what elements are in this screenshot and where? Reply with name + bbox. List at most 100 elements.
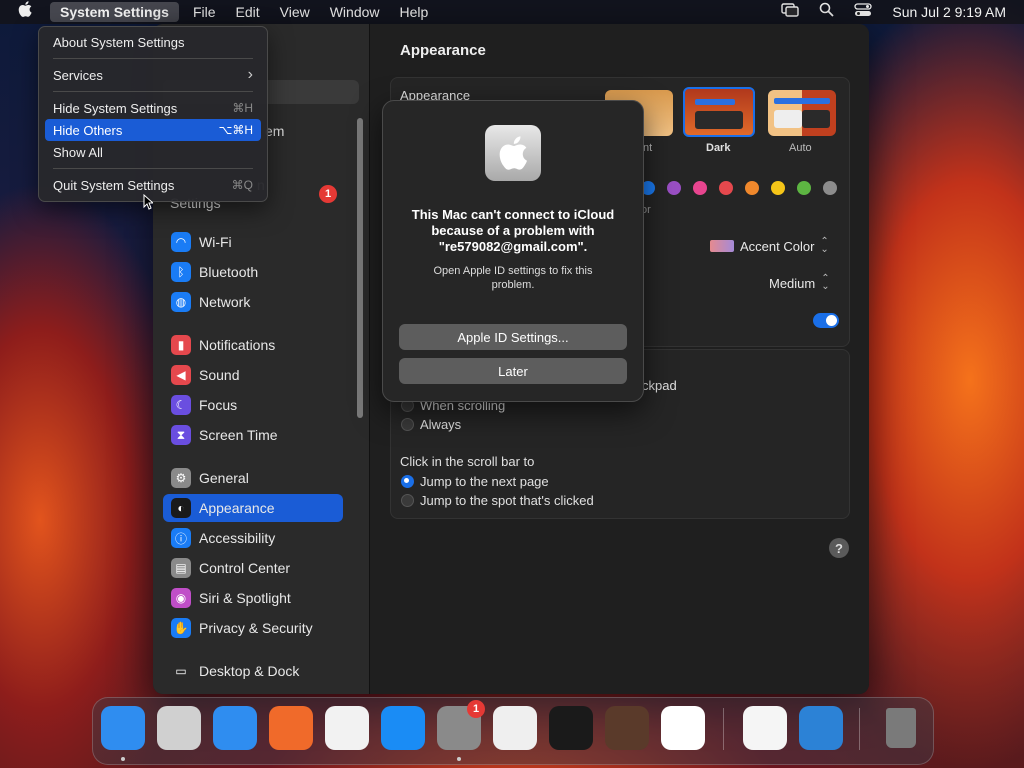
sidebar-item-wi-fi[interactable]: ◠ Wi-Fi [163,228,343,256]
dock-separator [859,708,860,750]
apple-menu[interactable] [0,0,46,24]
menubar-clock[interactable]: Sun Jul 2 9:19 AM [882,0,1024,24]
accent-color-swatch[interactable] [667,181,681,195]
sidebar-item-label: Control Center [199,560,291,576]
menu-separator [53,168,253,169]
sidebar-item-privacy-security[interactable]: ✋ Privacy & Security [163,614,343,642]
sidebar-item-general[interactable]: ⚙ General [163,464,343,492]
terminal-icon[interactable] [549,706,593,750]
accent-color-swatch[interactable] [693,181,707,195]
menu-about[interactable]: About System Settings [45,31,261,53]
sidebar-item-label: Bluetooth [199,264,259,280]
sidebar-icon-size-popup[interactable]: Medium ⌃ ⌄ [769,273,830,292]
menu-bar: System Settings File Edit View Window He… [0,0,1024,24]
sidebar-scrollbar[interactable] [357,118,363,418]
sidebar-item-label: Desktop & Dock [199,663,300,679]
sidebar-item-control-center[interactable]: ▤ Control Center [163,554,343,582]
menu-show-all[interactable]: Show All [45,141,261,163]
theme-dark-thumbnail[interactable] [683,87,755,137]
menu-help[interactable]: Help [390,0,439,24]
app-menu-system-settings[interactable]: System Settings [50,2,179,22]
chevron-updown-icon: ⌃ ⌄ [821,273,830,292]
screen-mirroring-icon[interactable] [771,0,809,24]
weather-icon[interactable] [799,706,843,750]
menu-file[interactable]: File [183,0,226,24]
garageband-icon[interactable] [605,706,649,750]
alert-title: This Mac can't connect to iCloud because… [411,207,615,254]
sidebar-item-desktop-dock[interactable]: ▭ Desktop & Dock [163,657,343,685]
textedit-icon[interactable] [493,706,537,750]
notifications-icon: ▮ [171,335,191,355]
theme-auto-thumbnail[interactable] [768,90,836,136]
radio-jump-spot[interactable] [401,494,414,507]
icloud-alert-dialog: This Mac can't connect to iCloud because… [382,100,644,402]
chrome-icon[interactable] [325,706,369,750]
mouse-cursor-icon [143,194,153,210]
sidebar-item-notifications[interactable]: ▮ Notifications [163,331,343,359]
sidebar-item-accessibility[interactable]: ⓘ Accessibility [163,524,343,552]
sidebar-item-appearance[interactable]: ◐ Appearance [163,494,343,522]
general-icon: ⚙ [171,468,191,488]
firefox-icon[interactable] [269,706,313,750]
visual-studio-icon[interactable] [743,706,787,750]
theme-light-label: nt [643,142,653,154]
highlight-color-popup[interactable]: Accent Color ⌃ ⌄ [710,236,829,255]
menu-services[interactable]: Services › [45,64,261,86]
radio-always[interactable] [401,418,414,431]
focus-icon: ☾ [171,395,191,415]
accent-color-swatch[interactable] [771,181,785,195]
wallpaper-tinting-toggle[interactable] [813,313,839,328]
safari-icon[interactable] [213,706,257,750]
sidebar-item-siri-spotlight[interactable]: ◉ Siri & Spotlight [163,584,343,612]
network-icon: ◍ [171,292,191,312]
accent-color-swatch[interactable] [745,181,759,195]
sidebar-item-label: Appearance [199,500,275,516]
radio-jump-next-page[interactable] [401,475,414,488]
apple-icon [18,1,32,17]
control-center-icon[interactable] [844,0,882,24]
notification-badge: 1 [319,185,337,203]
theme-dark-label: Dark [706,142,731,154]
alert-message: Open Apple ID settings to fix this probl… [433,265,593,291]
sidebar-item-sound[interactable]: ◀ Sound [163,361,343,389]
menu-quit[interactable]: Quit System Settings ⌘Q [45,174,261,196]
sound-icon: ◀ [171,365,191,385]
sidebar-item-network[interactable]: ◍ Network [163,288,343,316]
desktop-dock-icon: ▭ [171,661,191,681]
theme-auto-label: Auto [789,142,812,154]
dock-separator [723,708,724,750]
highlight-swatch [710,240,734,252]
launchpad-icon[interactable] [157,706,201,750]
accent-color-swatch[interactable] [797,181,811,195]
jump-next-label: Jump to the next page [420,474,549,489]
accessibility-icon: ⓘ [171,528,191,548]
bluetooth-icon: ᛒ [171,262,191,282]
sidebar-item-bluetooth[interactable]: ᛒ Bluetooth [163,258,343,286]
accent-color-swatch[interactable] [823,181,837,195]
vscode-icon[interactable] [661,706,705,750]
search-icon[interactable] [809,0,844,24]
screen-time-icon: ⧗ [171,425,191,445]
menu-hide-others[interactable]: Hide Others ⌥⌘H [45,119,261,141]
help-button[interactable]: ? [829,538,849,558]
accent-color-swatch[interactable] [719,181,733,195]
sidebar-item-screen-time[interactable]: ⧗ Screen Time [163,421,343,449]
menu-edit[interactable]: Edit [226,0,270,24]
finder-icon[interactable] [101,706,145,750]
highlight-value: Accent Color [740,238,815,254]
running-indicator [121,757,125,761]
page-title: Appearance [400,42,486,59]
later-button[interactable]: Later [399,358,627,384]
menu-hide[interactable]: Hide System Settings ⌘H [45,97,261,119]
trash-icon[interactable] [879,706,923,750]
app-store-icon[interactable] [381,706,425,750]
sidebar-item-focus[interactable]: ☾ Focus [163,391,343,419]
click-scroll-label: Click in the scroll bar to [400,454,535,469]
always-label: Always [420,417,462,432]
sidebar-item-label: Screen Time [199,427,278,443]
apple-id-settings-button[interactable]: Apple ID Settings... [399,324,627,350]
system-settings-icon[interactable]: 1 [437,700,485,750]
menu-view[interactable]: View [270,0,320,24]
chevron-updown-icon: ⌃ ⌄ [820,236,829,255]
menu-window[interactable]: Window [320,0,390,24]
